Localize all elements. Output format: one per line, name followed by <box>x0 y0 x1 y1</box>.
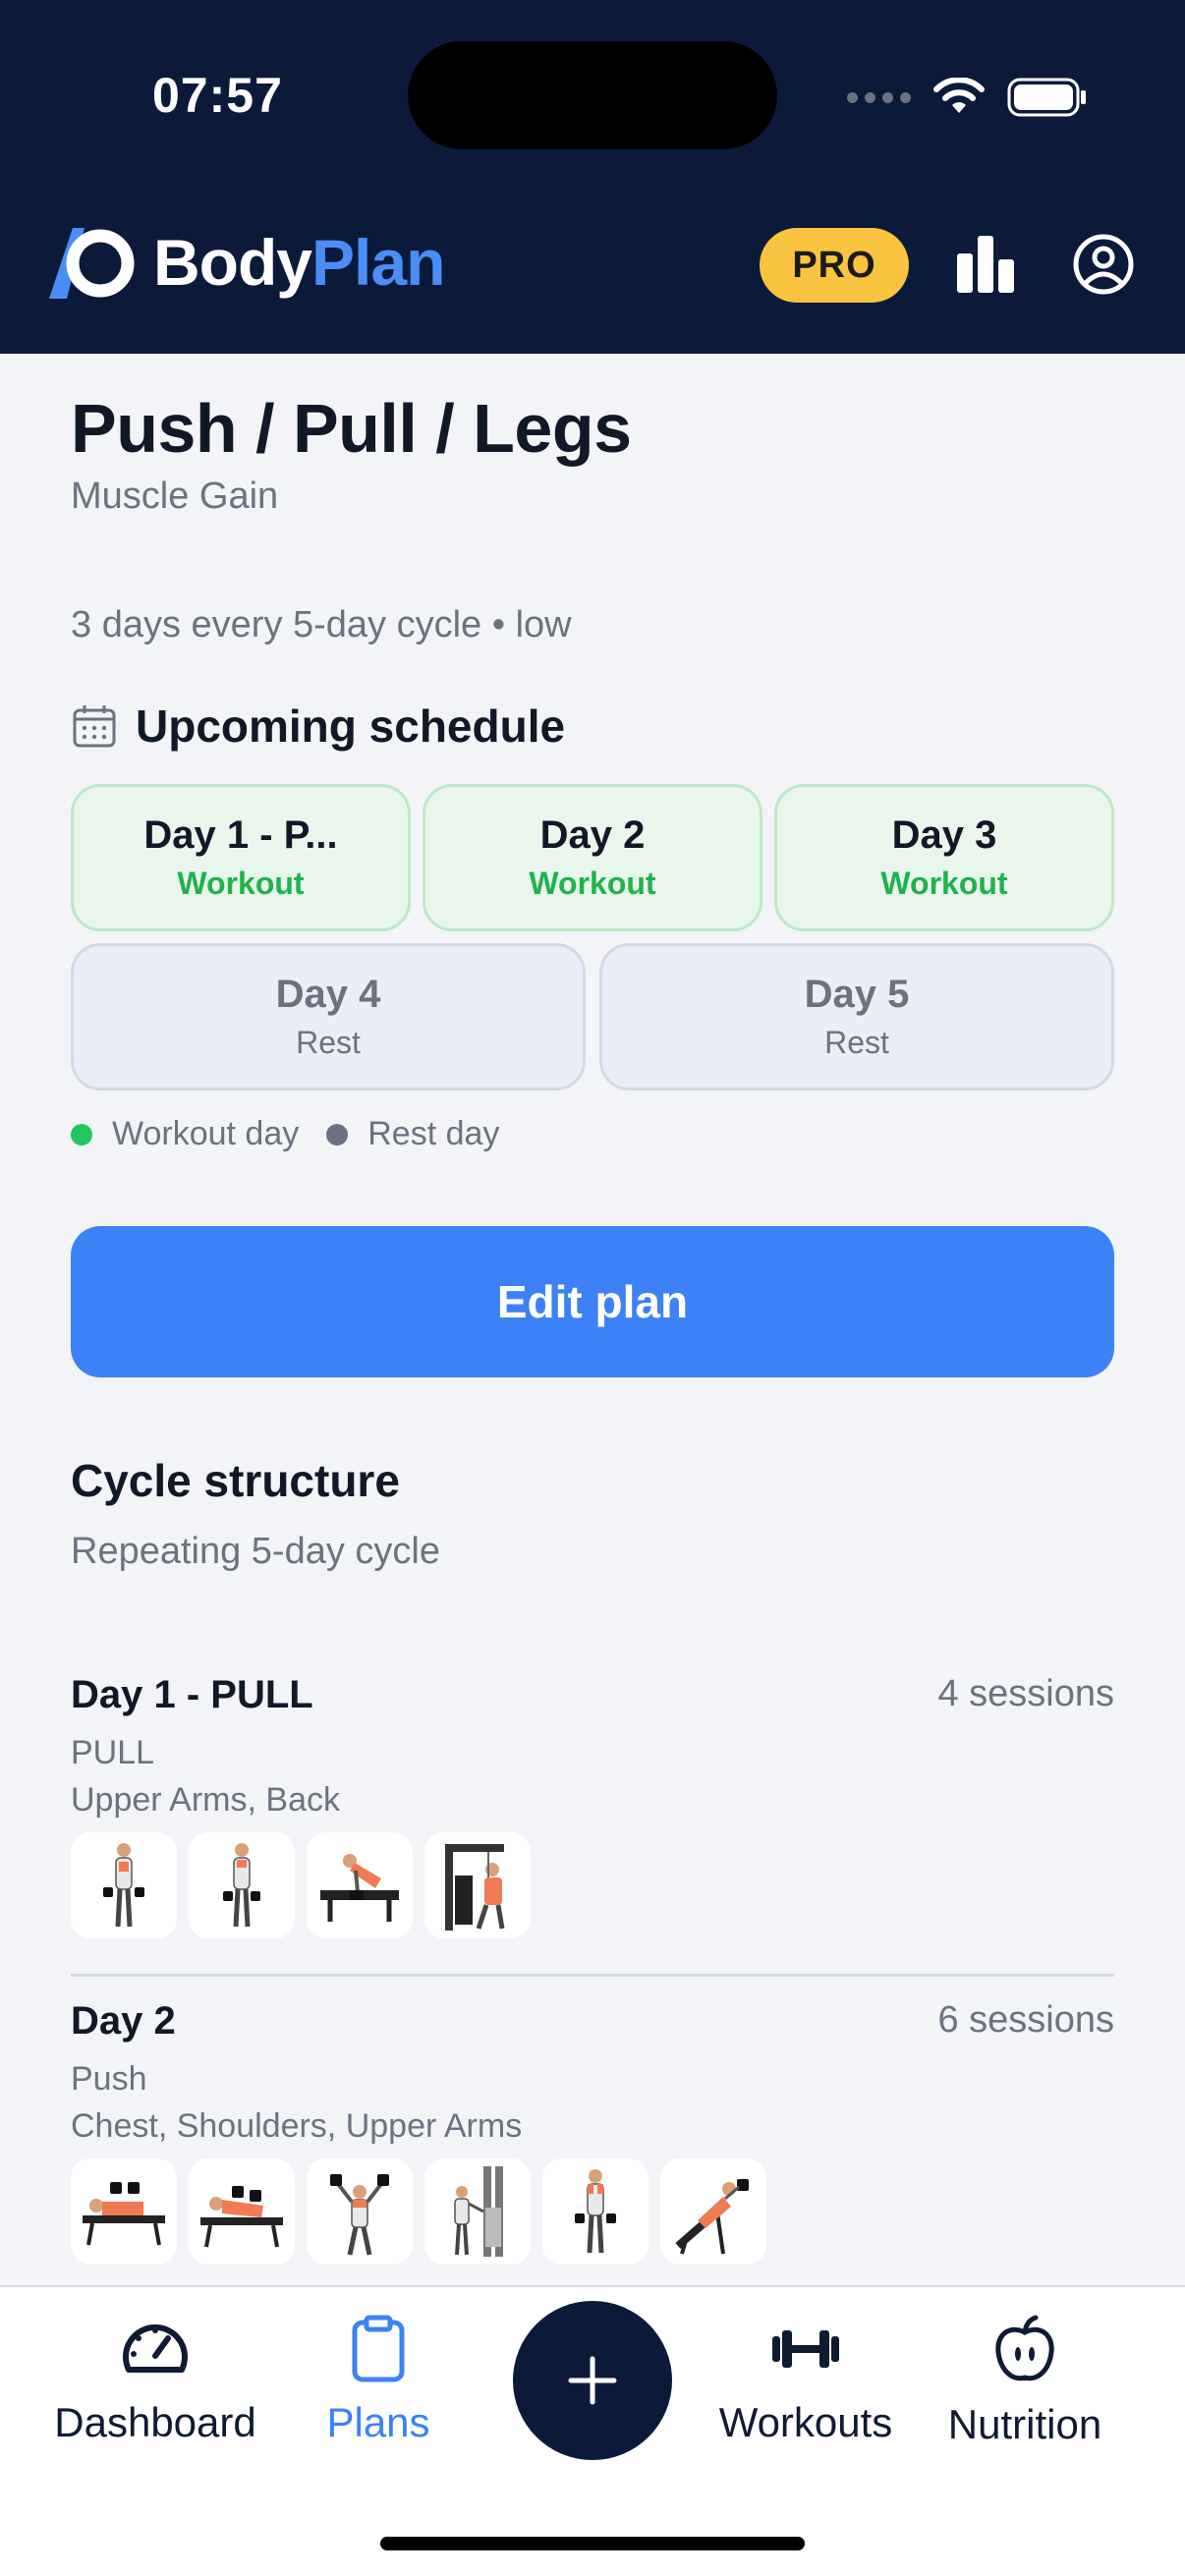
cycle-subtitle: Repeating 5-day cycle <box>71 1531 440 1572</box>
exercise-thumbnail[interactable] <box>307 1832 413 1938</box>
day-name: Day 3 <box>891 813 997 857</box>
divider <box>71 1974 1114 1977</box>
cycle-day-split: PULL <box>71 1734 155 1771</box>
day-type: Workout <box>177 866 305 901</box>
app-logo[interactable]: BodyPlan <box>45 222 445 303</box>
schedule-day-3[interactable]: Day 3 Workout <box>774 784 1114 931</box>
exercise-thumbnail[interactable] <box>542 2158 649 2265</box>
exercise-thumbnail[interactable] <box>424 1832 531 1938</box>
tab-label: Plans <box>326 2399 430 2445</box>
exercise-thumbnail[interactable] <box>660 2158 766 2265</box>
dumbbell-icon <box>772 2330 839 2368</box>
day-name: Day 5 <box>804 973 910 1016</box>
schedule-day-1[interactable]: Day 1 - P... Workout <box>71 784 411 931</box>
day-name: Day 4 <box>275 973 381 1016</box>
pro-badge[interactable]: PRO <box>760 228 909 303</box>
home-indicator <box>380 2537 805 2550</box>
tab-label: Dashboard <box>54 2399 256 2445</box>
cellular-signal-icon <box>847 91 911 103</box>
tab-dashboard[interactable]: Dashboard <box>37 2315 273 2446</box>
status-icons <box>847 73 1088 122</box>
legend-workout: Workout day <box>112 1115 300 1152</box>
exercise-thumbnail[interactable] <box>71 2158 177 2265</box>
exercise-thumbnail[interactable] <box>307 2158 413 2265</box>
bodyplan-logo-icon <box>49 228 135 299</box>
clipboard-icon <box>352 2315 405 2382</box>
day-type: Rest <box>296 1025 361 1060</box>
tab-label: Workouts <box>718 2399 893 2445</box>
schedule-day-2[interactable]: Day 2 Workout <box>423 784 762 931</box>
exercise-thumbnail[interactable] <box>424 2158 531 2265</box>
cycle-day-sessions: 4 sessions <box>937 1673 1114 1714</box>
schedule-title: Upcoming schedule <box>136 700 566 752</box>
dynamic-island <box>408 41 777 149</box>
plan-goal: Muscle Gain <box>71 476 279 517</box>
schedule-day-5[interactable]: Day 5 Rest <box>599 943 1114 1091</box>
legend-rest: Rest day <box>367 1115 500 1152</box>
profile-icon[interactable] <box>1071 232 1136 297</box>
plan-title: Push / Pull / Legs <box>71 390 632 467</box>
bottom-tab-bar: Dashboard Plans Workouts Nutrition <box>0 2285 1185 2576</box>
apple-icon <box>995 2315 1054 2381</box>
schedule-heading: Upcoming schedule <box>71 700 565 753</box>
day-type: Workout <box>880 866 1008 901</box>
day-name: Day 2 <box>539 813 646 857</box>
status-time: 07:57 <box>152 68 283 123</box>
tab-nutrition[interactable]: Nutrition <box>907 2315 1143 2448</box>
cycle-day-1[interactable]: Day 1 - PULL 4 sessions PULL Upper Arms,… <box>71 1673 1114 1958</box>
cycle-day-title: Day 1 - PULL <box>71 1673 313 1716</box>
schedule-legend: Workout day Rest day <box>71 1115 499 1153</box>
cycle-day-title: Day 2 <box>71 1999 176 2043</box>
plus-icon <box>568 2356 617 2405</box>
exercise-thumbnail[interactable] <box>71 1832 177 1938</box>
app-header: 07:57 BodyPlan PRO <box>0 0 1185 354</box>
wifi-icon <box>933 78 985 113</box>
speedometer-icon <box>123 2324 188 2373</box>
app-name-body: Body <box>153 226 312 299</box>
app-name: BodyPlan <box>153 225 445 300</box>
plan-meta: 3 days every 5-day cycle • low <box>71 604 572 645</box>
rest-dot-icon <box>326 1123 349 1146</box>
day-name: Day 1 - P... <box>143 813 338 857</box>
tab-label: Nutrition <box>947 2401 1102 2447</box>
battery-icon <box>1007 78 1086 117</box>
add-button[interactable] <box>513 2301 672 2460</box>
app-name-plan: Plan <box>311 226 445 299</box>
cycle-day-split: Push <box>71 2060 147 2098</box>
edit-plan-button[interactable]: Edit plan <box>71 1226 1114 1377</box>
tab-workouts[interactable]: Workouts <box>688 2315 924 2446</box>
cycle-day-2[interactable]: Day 2 6 sessions Push Chest, Shoulders, … <box>71 1999 1114 2284</box>
exercise-thumbnail[interactable] <box>189 1832 295 1938</box>
exercise-thumbnails <box>71 1832 531 1938</box>
day-type: Workout <box>529 866 656 901</box>
workout-dot-icon <box>71 1123 92 1146</box>
tab-plans[interactable]: Plans <box>260 2315 496 2446</box>
exercise-thumbnail[interactable] <box>189 2158 295 2265</box>
calendar-icon <box>73 705 116 748</box>
stats-icon[interactable] <box>953 232 1018 297</box>
cycle-day-sessions: 6 sessions <box>937 1999 1114 2041</box>
cycle-title: Cycle structure <box>71 1455 400 1506</box>
cycle-day-muscles: Upper Arms, Back <box>71 1781 340 1819</box>
schedule-day-4[interactable]: Day 4 Rest <box>71 943 586 1091</box>
cycle-day-muscles: Chest, Shoulders, Upper Arms <box>71 2107 523 2145</box>
day-type: Rest <box>824 1025 889 1060</box>
exercise-thumbnails <box>71 2158 766 2265</box>
